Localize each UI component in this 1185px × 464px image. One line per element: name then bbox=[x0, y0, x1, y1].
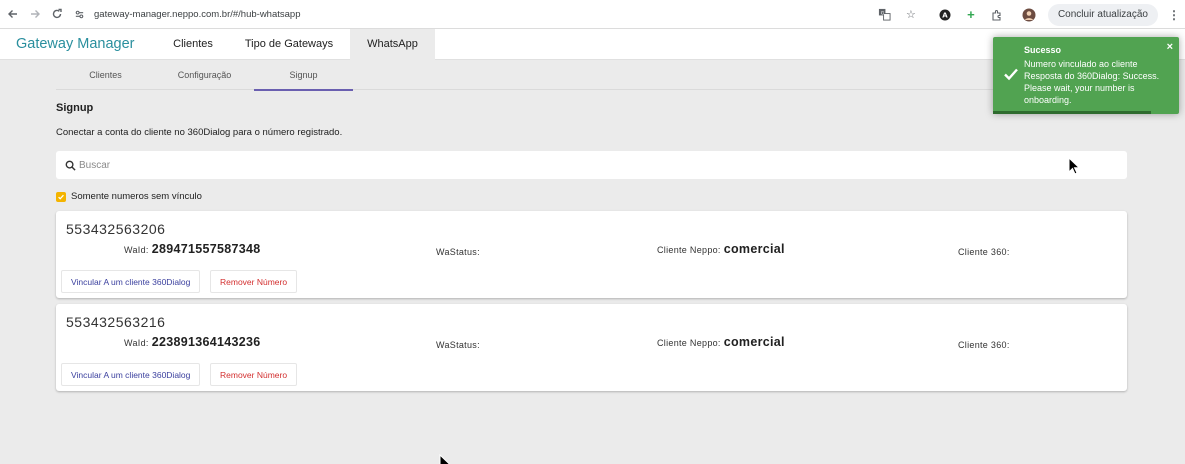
waid-field: WaId: 289471557587348 bbox=[124, 242, 261, 256]
url-text: gateway-manager.neppo.com.br/#/hub-whats… bbox=[94, 9, 301, 20]
cliente-neppo-value: comercial bbox=[723, 335, 785, 349]
close-icon[interactable]: × bbox=[1167, 41, 1173, 53]
mouse-cursor-icon bbox=[1068, 157, 1080, 175]
update-button[interactable]: Concluir atualização bbox=[1047, 3, 1158, 26]
browser-toolbar: gateway-manager.neppo.com.br/#/hub-whats… bbox=[0, 0, 1185, 29]
browser-menu-icon[interactable]: ⋮ bbox=[1168, 8, 1180, 22]
wastatus-field: WaStatus: bbox=[436, 247, 480, 257]
remove-number-button[interactable]: Remover Número bbox=[210, 270, 298, 293]
profile-avatar-icon[interactable] bbox=[1020, 6, 1038, 24]
search-input[interactable] bbox=[79, 159, 1059, 171]
waid-value: 223891364143236 bbox=[151, 335, 261, 349]
checkmark-icon bbox=[1004, 68, 1018, 81]
search-bar bbox=[56, 151, 1127, 179]
toast-progress-bar bbox=[993, 111, 1152, 114]
svg-text:A: A bbox=[942, 11, 948, 19]
waid-field: WaId: 223891364143236 bbox=[124, 335, 261, 349]
check-icon bbox=[58, 194, 64, 200]
filter-row: Somente numeros sem vínculo bbox=[56, 191, 202, 202]
page-description: Conectar a conta do cliente no 360Dialog… bbox=[56, 127, 343, 138]
cliente-neppo-field: Cliente Neppo: comercial bbox=[657, 242, 785, 256]
link-360dialog-button[interactable]: Vincular A um cliente 360Dialog bbox=[61, 363, 201, 386]
wastatus-field: WaStatus: bbox=[436, 340, 480, 350]
back-icon[interactable] bbox=[2, 3, 24, 25]
cliente-neppo-field: Cliente Neppo: comercial bbox=[657, 335, 785, 349]
sub-tabs: Clientes Configuração Signup bbox=[56, 60, 1126, 91]
bookmark-star-icon[interactable]: ☆ bbox=[902, 6, 920, 24]
unlinked-only-label: Somente numeros sem vínculo bbox=[71, 191, 202, 202]
mouse-cursor-icon bbox=[439, 454, 450, 464]
tab-whatsapp[interactable]: WhatsApp bbox=[350, 28, 435, 60]
card-phone-number: 553432563206 bbox=[66, 221, 166, 237]
svg-text:G: G bbox=[881, 11, 885, 17]
brand-logo[interactable]: Gateway Manager bbox=[0, 36, 158, 52]
link-360dialog-button[interactable]: Vincular A um cliente 360Dialog bbox=[61, 270, 201, 293]
card-phone-number: 553432563216 bbox=[66, 314, 166, 330]
reload-icon[interactable] bbox=[46, 3, 68, 25]
toast-message: Numero vinculado ao cliente Resposta do … bbox=[1024, 59, 1160, 105]
address-bar[interactable]: gateway-manager.neppo.com.br/#/hub-whats… bbox=[72, 4, 962, 25]
number-card: 553432563216 WaId: 223891364143236 WaStat… bbox=[56, 304, 1127, 391]
translate-icon[interactable]: G bbox=[876, 6, 894, 24]
extension-a-icon[interactable]: A bbox=[936, 6, 954, 24]
extensions-puzzle-icon[interactable] bbox=[988, 6, 1006, 24]
number-card: 553432563206 WaId: 289471557587348 WaStat… bbox=[56, 211, 1127, 298]
remove-number-button[interactable]: Remover Número bbox=[210, 363, 298, 386]
cliente-360-field: Cliente 360: bbox=[958, 340, 1010, 350]
toast-title: Sucesso bbox=[1024, 45, 1062, 55]
unlinked-only-checkbox[interactable] bbox=[56, 191, 66, 202]
cliente-360-field: Cliente 360: bbox=[958, 247, 1010, 257]
tab-clientes[interactable]: Clientes bbox=[158, 29, 228, 60]
site-settings-icon[interactable] bbox=[72, 8, 86, 22]
subtab-signup[interactable]: Signup bbox=[254, 60, 353, 91]
page-title: Signup bbox=[56, 102, 94, 114]
subtab-clientes[interactable]: Clientes bbox=[56, 60, 155, 90]
search-icon bbox=[65, 160, 76, 171]
extension-plus-icon[interactable]: + bbox=[962, 6, 980, 24]
forward-icon[interactable] bbox=[24, 3, 46, 25]
cliente-neppo-value: comercial bbox=[723, 242, 785, 256]
waid-value: 289471557587348 bbox=[151, 242, 261, 256]
success-toast[interactable]: Sucesso Numero vinculado ao cliente Resp… bbox=[993, 37, 1179, 114]
tab-tipo-de-gateways[interactable]: Tipo de Gateways bbox=[228, 29, 350, 60]
subtab-configuracao[interactable]: Configuração bbox=[155, 60, 254, 90]
